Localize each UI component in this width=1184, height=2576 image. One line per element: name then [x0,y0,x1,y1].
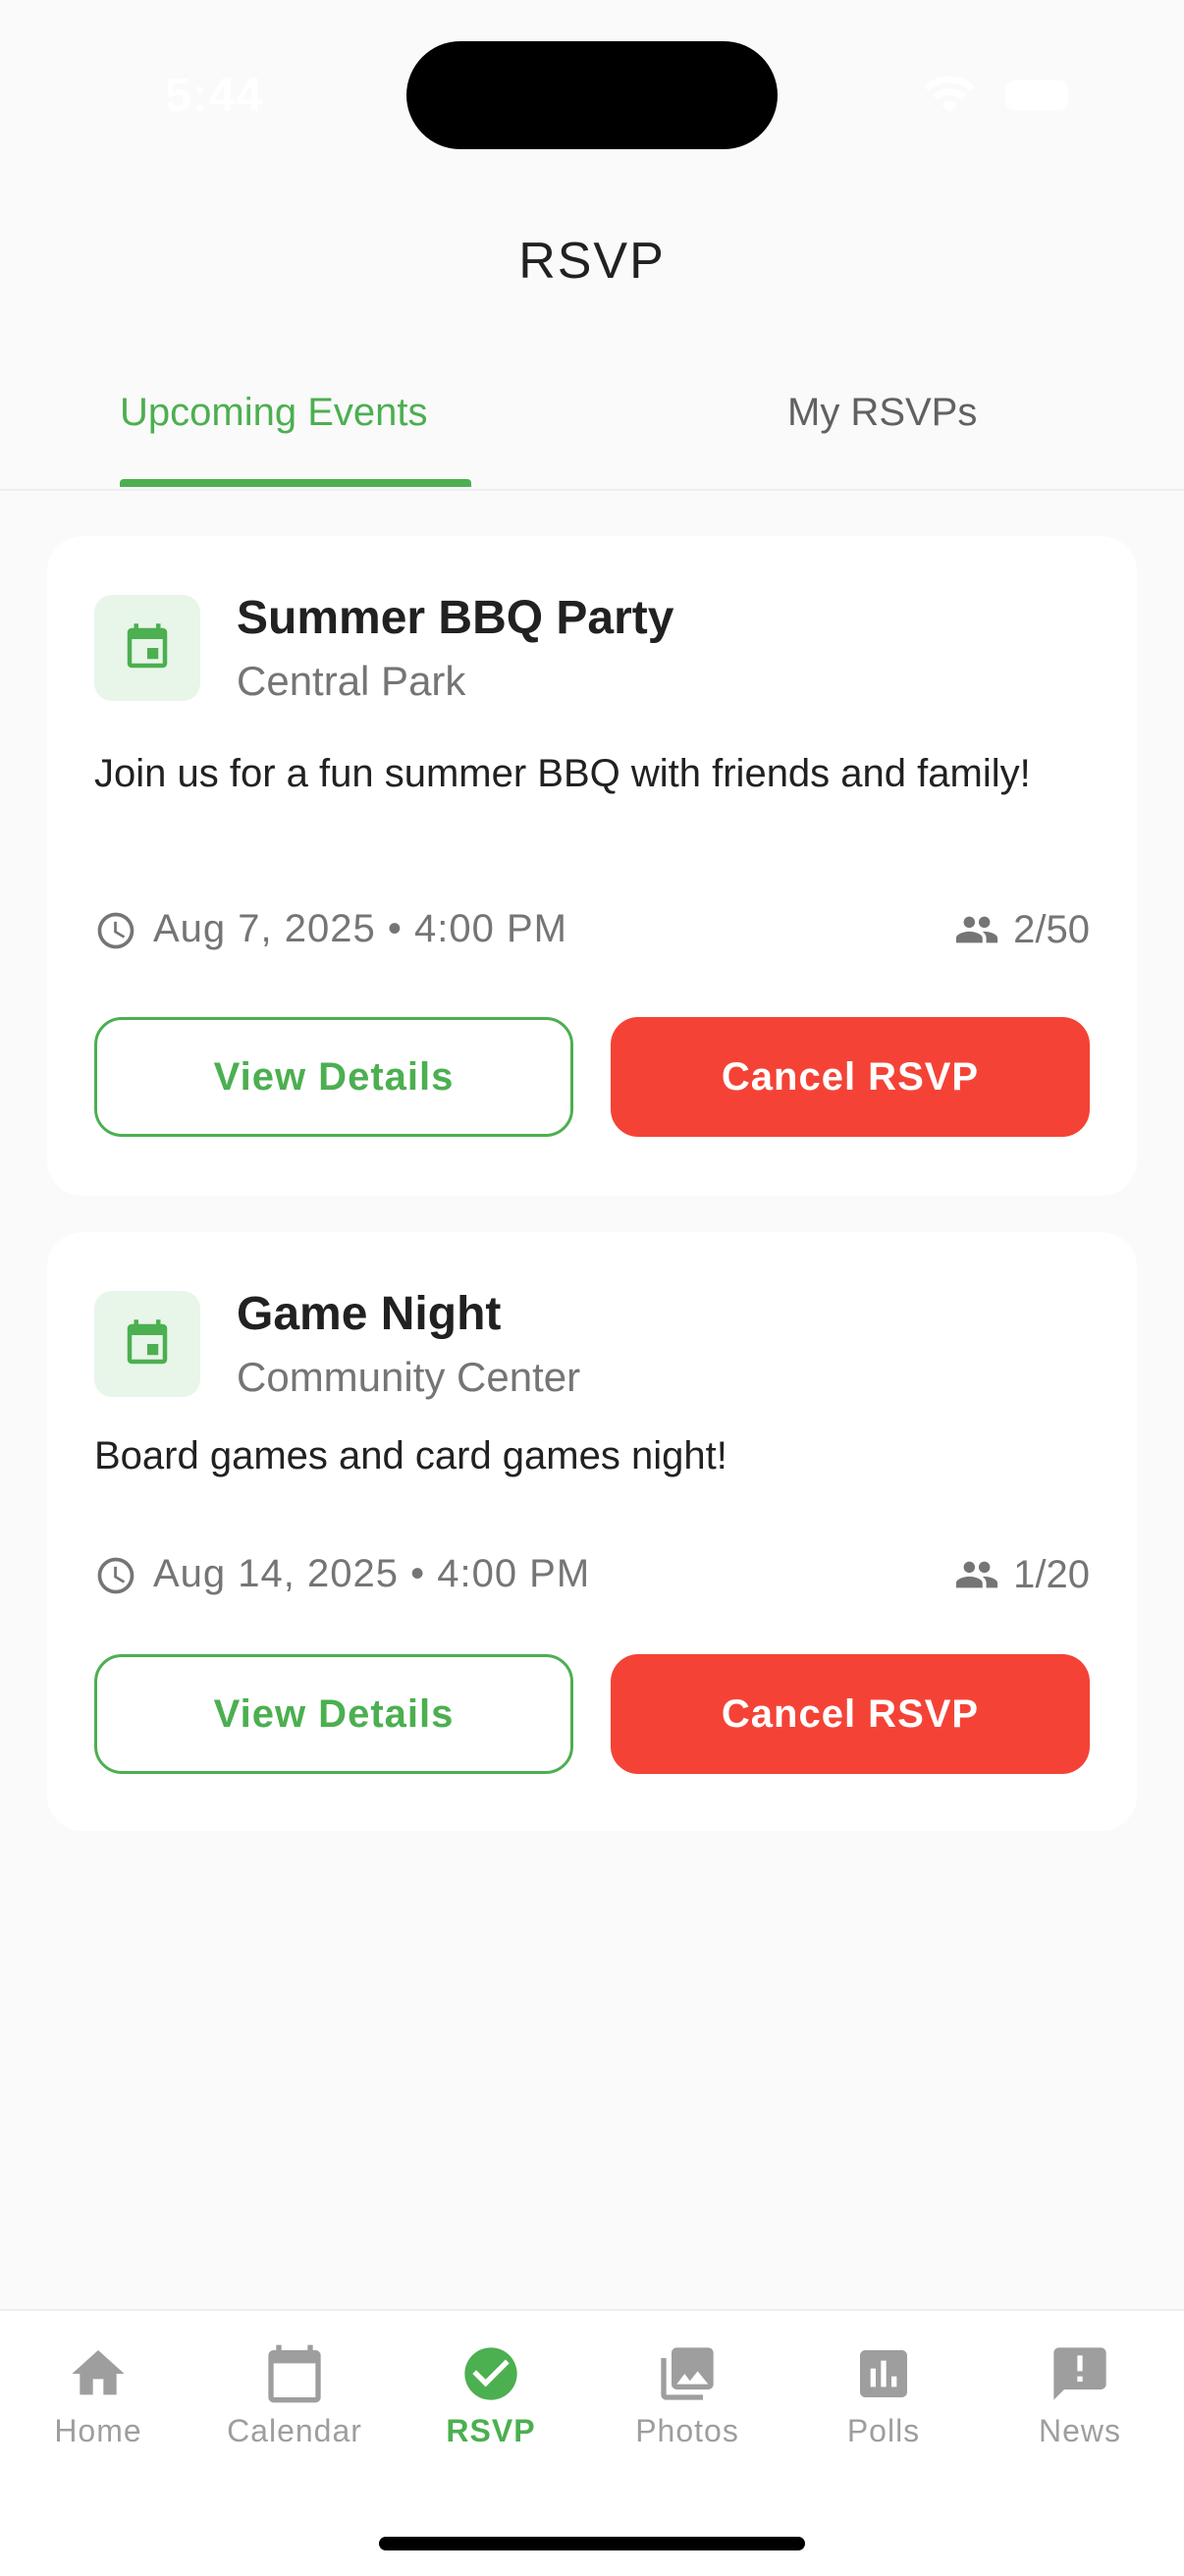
event-calendar-icon [127,623,168,669]
event-calendar-icon [127,1319,168,1365]
status-bar: 5:44 [0,0,1184,187]
status-time: 5:44 [165,70,264,122]
event-title: Game Night [237,1288,502,1340]
dynamic-island [406,41,778,149]
announcement-icon [1053,2347,1106,2400]
battery-icon [1005,80,1068,110]
tab-my-rsvps[interactable]: My RSVPs [787,391,977,435]
event-icon-box [94,1291,200,1397]
page-title: RSVP [518,233,666,290]
view-details-button[interactable]: View Details [94,1654,573,1774]
nav-label: Photos [635,2413,739,2448]
event-description: Board games and card games night! [94,1434,727,1477]
nav-label: RSVP [446,2413,536,2448]
tab-upcoming-events[interactable]: Upcoming Events [120,391,427,435]
nav-item-rsvp[interactable]: RSVP [393,2336,589,2454]
attendee-count: 2/50 [1013,907,1090,951]
check-circle-icon [464,2347,517,2400]
tab-bar: Upcoming Events My RSVPs [0,361,1184,491]
event-title: Summer BBQ Party [237,592,674,644]
attendee-group: 1/20 [954,1552,1090,1597]
event-card: Summer BBQ Party Central Park Join us fo… [47,536,1137,1196]
nav-label: Calendar [227,2413,362,2448]
home-indicator[interactable] [379,2537,805,2550]
clock-icon [97,912,135,949]
people-icon [956,916,998,943]
nav-item-home[interactable]: Home [0,2336,196,2454]
cancel-rsvp-button[interactable]: Cancel RSVP [611,1654,1090,1774]
nav-item-calendar[interactable]: Calendar [196,2336,393,2454]
calendar-icon [268,2344,321,2403]
nav-label: Home [54,2413,142,2448]
event-description: Join us for a fun summer BBQ with friend… [94,752,1031,795]
attendee-group: 2/50 [954,907,1090,952]
photo-library-icon [661,2347,714,2400]
nav-item-polls[interactable]: Polls [785,2336,982,2454]
event-meta-row: Aug 14, 2025 • 4:00 PM 1/20 [94,1546,1090,1605]
poll-icon [860,2350,907,2397]
clock-icon [97,1557,135,1594]
nav-label: News [1038,2413,1121,2448]
cancel-rsvp-button[interactable]: Cancel RSVP [611,1017,1090,1137]
event-location: Community Center [237,1354,581,1400]
event-datetime: Aug 14, 2025 • 4:00 PM [153,1552,591,1595]
event-meta-row: Aug 7, 2025 • 4:00 PM 2/50 [94,901,1090,960]
view-details-button[interactable]: View Details [94,1017,573,1137]
attendee-count: 1/20 [1013,1552,1090,1596]
tab-active-indicator [120,479,471,487]
nav-item-news[interactable]: News [982,2336,1178,2454]
nav-item-photos[interactable]: Photos [589,2336,785,2454]
event-location: Central Park [237,658,466,704]
nav-label: Polls [846,2413,921,2448]
event-icon-box [94,595,200,701]
wifi-icon [924,76,975,112]
event-datetime: Aug 7, 2025 • 4:00 PM [153,907,567,950]
event-card: Game Night Community Center Board games … [47,1232,1137,1831]
people-icon [956,1561,998,1588]
home-icon [72,2350,125,2395]
